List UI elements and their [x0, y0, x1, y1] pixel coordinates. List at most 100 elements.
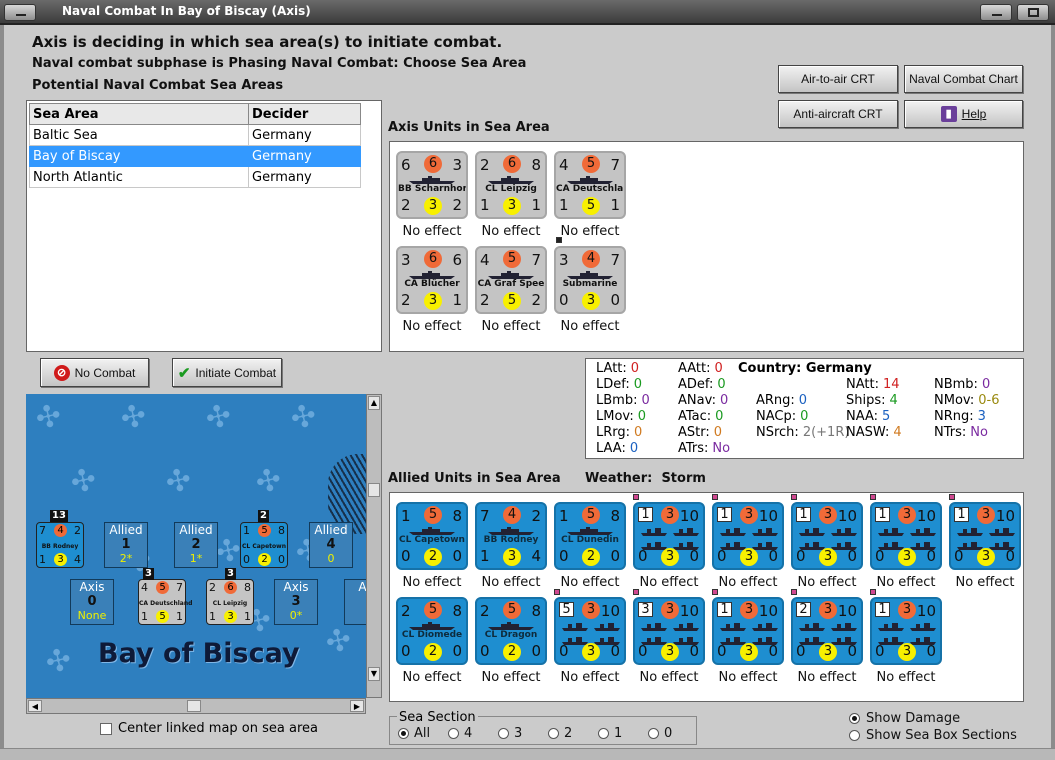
unit-counter[interactable]: 5 3 10 0 3 0	[554, 597, 626, 665]
map-unit-counter[interactable]: 2 8 1 1 6 CL Leipzig 3	[206, 579, 254, 625]
system-menu-button[interactable]	[4, 4, 36, 21]
sea-section-radio-3[interactable]	[498, 728, 509, 739]
scroll-thumb[interactable]	[368, 483, 380, 497]
map-unit-attack: 6	[224, 581, 237, 594]
sea-section-radio-1[interactable]	[598, 728, 609, 739]
movement-factor: 10	[600, 602, 620, 620]
sea-section-radio-0[interactable]	[648, 728, 659, 739]
col-decider[interactable]: Decider	[248, 103, 361, 125]
table-row[interactable]: North Atlantic Germany	[29, 166, 361, 188]
attack-dot: 5	[582, 506, 600, 524]
map-unit-counter[interactable]: 4 7 1 1 5 CA Deutschland 5	[138, 579, 192, 625]
minimize-button[interactable]	[980, 4, 1012, 21]
unit-counter[interactable]: 1 3 10 0 3 0	[712, 502, 784, 570]
sea-section-radio-all[interactable]	[398, 728, 409, 739]
scroll-thumb-h[interactable]	[187, 700, 201, 712]
defense-dot: 3	[503, 548, 521, 566]
table-row[interactable]: Baltic Sea Germany	[29, 124, 361, 146]
col-sea-area[interactable]: Sea Area	[29, 103, 249, 125]
unit-counter[interactable]: 1 CL Dunedin 5 8 0 2 0	[554, 502, 626, 570]
unit-counter[interactable]: 1 3 10 0 3 0	[791, 502, 863, 570]
sea-section-radio-2[interactable]	[548, 728, 559, 739]
unit-counter[interactable]: 2 CL Leipzig 6 8 1 3 1	[475, 151, 547, 219]
attack-factor: 3	[401, 251, 411, 269]
sea-box[interactable]: Allied 2 1*	[174, 522, 218, 568]
map-vertical-scrollbar[interactable]: ▲ ▼	[366, 394, 382, 698]
sea-area-list[interactable]: Sea Area Decider Baltic Sea Germany Bay o…	[26, 100, 382, 352]
title-bar[interactable]: Naval Combat In Bay of Biscay (Axis)	[0, 0, 1055, 25]
sea-box[interactable]: Allied 4 0	[309, 522, 353, 568]
show-damage-radio[interactable]	[849, 713, 860, 724]
map-unit-factor: 2	[74, 524, 81, 537]
anti-aircraft-crt-button[interactable]: Anti-aircraft CRT	[778, 100, 898, 128]
unit-counter[interactable]: 1 3 10 0 3 0	[870, 597, 942, 665]
show-damage-label: Show Damage	[866, 711, 961, 726]
stat-value: 0	[713, 425, 723, 440]
table-row-selected[interactable]: Bay of Biscay Germany	[29, 145, 361, 167]
sea-box[interactable]: Ax	[344, 579, 366, 625]
sea-section-option-label: All	[414, 726, 431, 741]
scroll-down-icon[interactable]: ▼	[368, 667, 380, 681]
map-unit-factor: 4	[141, 581, 148, 594]
movement-factor: 10	[995, 507, 1015, 525]
unit-counter[interactable]: 1 3 10 0 3 0	[949, 502, 1021, 570]
scroll-left-icon[interactable]: ◀	[28, 700, 42, 712]
sea-box[interactable]: Axis 0 None	[70, 579, 114, 625]
unit-counter[interactable]: 2 3 10 0 3 0	[791, 597, 863, 665]
unit-counter[interactable]: 6BB Scharnhorst63232	[396, 151, 468, 219]
sea-areas-heading: Potential Naval Combat Sea Areas	[32, 78, 284, 93]
warship-icon	[567, 527, 613, 535]
scroll-right-icon[interactable]: ▶	[350, 700, 364, 712]
unit-counter[interactable]: 3 CA Blücher 6 6 2 3 1	[396, 246, 468, 314]
unit-counter[interactable]: 1 3 10 0 3 0	[633, 502, 705, 570]
map-unit-name: BB Rodney	[41, 543, 79, 550]
wave-icon: ✣	[32, 397, 65, 438]
defense-dot: 3	[661, 548, 679, 566]
initiate-combat-button[interactable]: ✔ Initiate Combat	[172, 358, 282, 387]
stat-key: NRng:	[934, 409, 974, 424]
unit-counter[interactable]: 1 CL Capetown 5 8 0 2 0	[396, 502, 468, 570]
unit-counter[interactable]: 3 Submarine 4 7 0 3 0	[554, 246, 626, 314]
combat-effect: No effect	[402, 319, 462, 334]
map-unit-name: CL Leipzig	[212, 600, 248, 607]
damage-marker	[556, 237, 562, 243]
attack-dot: 3	[898, 601, 916, 619]
naval-combat-chart-button[interactable]: Naval Combat Chart	[904, 65, 1023, 93]
combat-effect: No effect	[718, 575, 778, 590]
no-combat-button[interactable]: ⊘ No Combat	[40, 358, 149, 387]
unit-counter[interactable]: 1 3 10 0 3 0	[870, 502, 942, 570]
unit-counter[interactable]: 2 CL Dragon 5 8 0 2 0	[475, 597, 547, 665]
damage-marker	[633, 589, 639, 595]
combat-effect: No effect	[560, 319, 620, 334]
show-boxes-radio[interactable]	[849, 730, 860, 741]
naval-chart-label: Naval Combat Chart	[909, 72, 1018, 86]
map-unit-counter[interactable]: 7 2 1 4 4 BB Rodney 3	[36, 522, 84, 568]
air-to-air-crt-button[interactable]: Air-to-air CRT	[778, 65, 898, 93]
sea-box[interactable]: Axis 3 0*	[274, 579, 318, 625]
range-factor: 2	[531, 291, 541, 309]
attack-dot: 6	[424, 250, 442, 268]
map-unit-factor: 8	[278, 524, 285, 537]
aa-factor: 1	[480, 196, 490, 214]
stat-key: ARng:	[756, 393, 795, 408]
sea-area-map[interactable]: ✣✣✣✣✣✣✣✣✣✣✣✣✣✣✣ Bay of Biscay Allied12*A…	[26, 394, 366, 698]
attack-dot: 4	[582, 250, 600, 268]
stat-lbmb: LBmb: 0	[596, 393, 650, 408]
maximize-button[interactable]	[1017, 4, 1049, 21]
map-unit-counter[interactable]: 1 8 0 0 5 CL Capetown 2	[240, 522, 288, 568]
sea-section-radio-4[interactable]	[448, 728, 459, 739]
unit-counter[interactable]: 7 BB Rodney 4 2 1 3 4	[475, 502, 547, 570]
unit-counter[interactable]: 4CA Deutschland57151	[554, 151, 626, 219]
unit-counter[interactable]: 2 CL Diomede 5 8 0 2 0	[396, 597, 468, 665]
unit-counter[interactable]: 3 3 10 0 3 0	[633, 597, 705, 665]
defense-dot: 3	[740, 548, 758, 566]
unit-counter[interactable]: 1 3 10 0 3 0	[712, 597, 784, 665]
movement-factor: 10	[837, 602, 857, 620]
help-button[interactable]: ▮ Help	[904, 100, 1023, 128]
center-map-checkbox[interactable]	[100, 723, 112, 735]
wave-icon: ✣	[252, 461, 285, 502]
sea-box[interactable]: Allied 1 2*	[104, 522, 148, 568]
unit-counter[interactable]: 4 CA Graf Spee 5 7 2 5 2	[475, 246, 547, 314]
scroll-up-icon[interactable]: ▲	[368, 396, 380, 410]
map-horizontal-scrollbar[interactable]: ◀ ▶	[26, 698, 366, 714]
